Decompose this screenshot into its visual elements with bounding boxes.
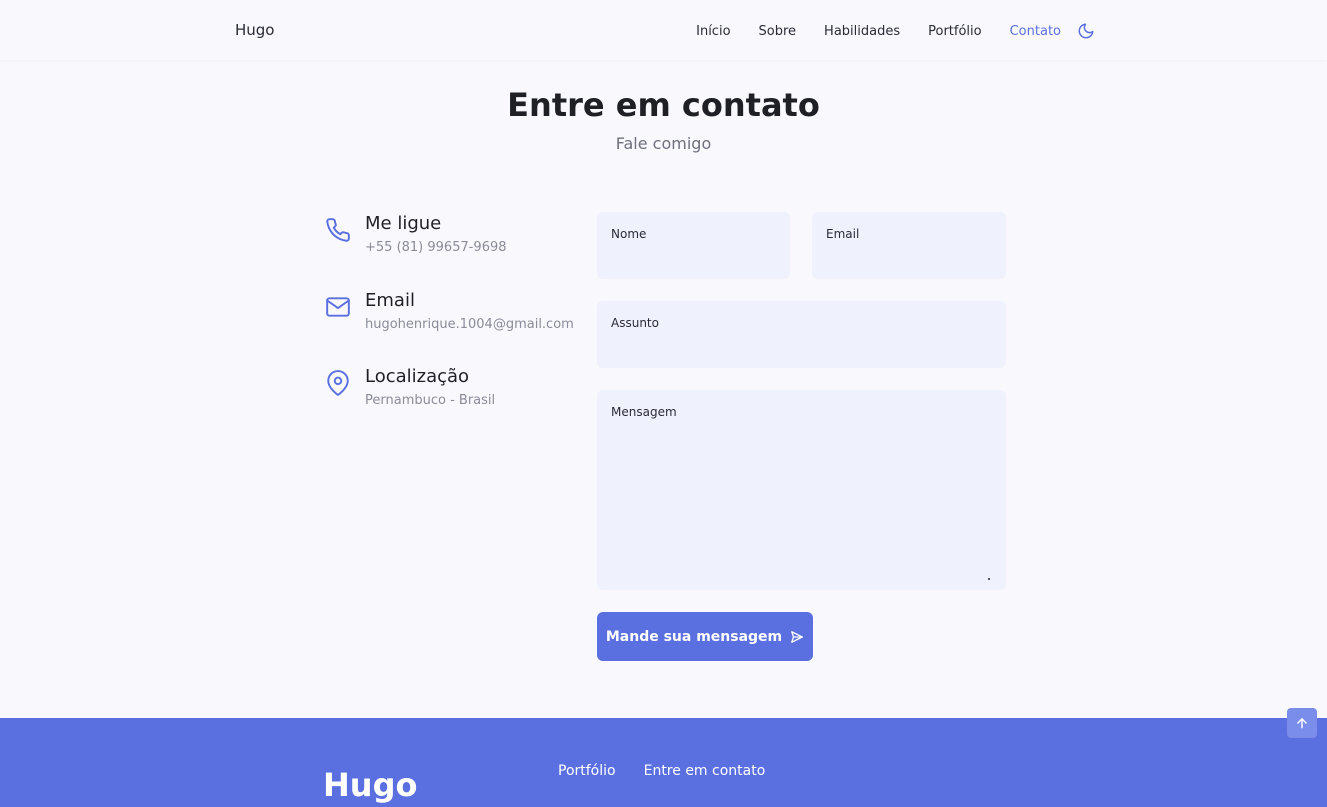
message-field[interactable]: Mensagem: [597, 390, 1006, 590]
header: Hugo Início Sobre Habilidades Portfólio …: [0, 0, 1327, 60]
contact-phone-value: +55 (81) 99657-9698: [365, 240, 507, 255]
send-icon: [790, 630, 804, 644]
message-label: Mensagem: [611, 405, 677, 419]
contact-location-title: Localização: [365, 366, 470, 387]
subject-field[interactable]: Assunto: [597, 301, 1006, 368]
email-field[interactable]: Email: [812, 212, 1006, 279]
contact-email-title: Email: [365, 290, 415, 311]
section-subtitle: Fale comigo: [615, 134, 712, 153]
main-nav: Início Sobre Habilidades Portfólio Conta…: [696, 22, 1095, 40]
phone-icon: [325, 217, 351, 243]
logo[interactable]: Hugo: [235, 21, 275, 39]
map-pin-icon: [325, 370, 351, 396]
name-field[interactable]: Nome: [597, 212, 790, 279]
email-input[interactable]: [826, 246, 992, 261]
footer-links: Portfólio Entre em contato: [558, 763, 765, 779]
mail-icon: [325, 294, 351, 320]
send-message-button[interactable]: Mande sua mensagem: [597, 612, 813, 661]
contact-location-value: Pernambuco - Brasil: [365, 393, 496, 408]
arrow-up-icon: [1295, 716, 1309, 730]
subject-input[interactable]: [611, 335, 992, 350]
contact-email-value: hugohenrique.1004@gmail.com: [365, 317, 574, 332]
resize-handle[interactable]: [988, 578, 990, 580]
nav-link-contato[interactable]: Contato: [1010, 24, 1061, 39]
subject-label: Assunto: [611, 316, 659, 330]
message-textarea[interactable]: [611, 424, 992, 576]
footer-link-portfolio[interactable]: Portfólio: [558, 763, 616, 779]
contact-info-email: Email hugohenrique.1004@gmail.com: [325, 290, 585, 332]
contact-info-phone: Me ligue +55 (81) 99657-9698: [325, 213, 585, 255]
footer-link-contato[interactable]: Entre em contato: [644, 763, 766, 779]
nav-link-habilidades[interactable]: Habilidades: [824, 24, 900, 39]
email-label: Email: [826, 227, 860, 241]
name-label: Nome: [611, 227, 647, 241]
scroll-up-button[interactable]: [1287, 708, 1317, 738]
name-input[interactable]: [611, 246, 776, 261]
footer-logo: Hugo: [323, 766, 418, 804]
send-message-label: Mande sua mensagem: [605, 628, 783, 645]
contact-info-location: Localização Pernambuco - Brasil: [325, 366, 585, 408]
nav-link-portfolio[interactable]: Portfólio: [928, 24, 981, 39]
nav-link-sobre[interactable]: Sobre: [759, 24, 797, 39]
section-title: Entre em contato: [507, 86, 820, 124]
nav-link-inicio[interactable]: Início: [696, 24, 730, 39]
contact-phone-title: Me ligue: [365, 213, 442, 234]
moon-icon[interactable]: [1077, 22, 1095, 40]
footer: Hugo Portfólio Entre em contato: [0, 718, 1327, 807]
